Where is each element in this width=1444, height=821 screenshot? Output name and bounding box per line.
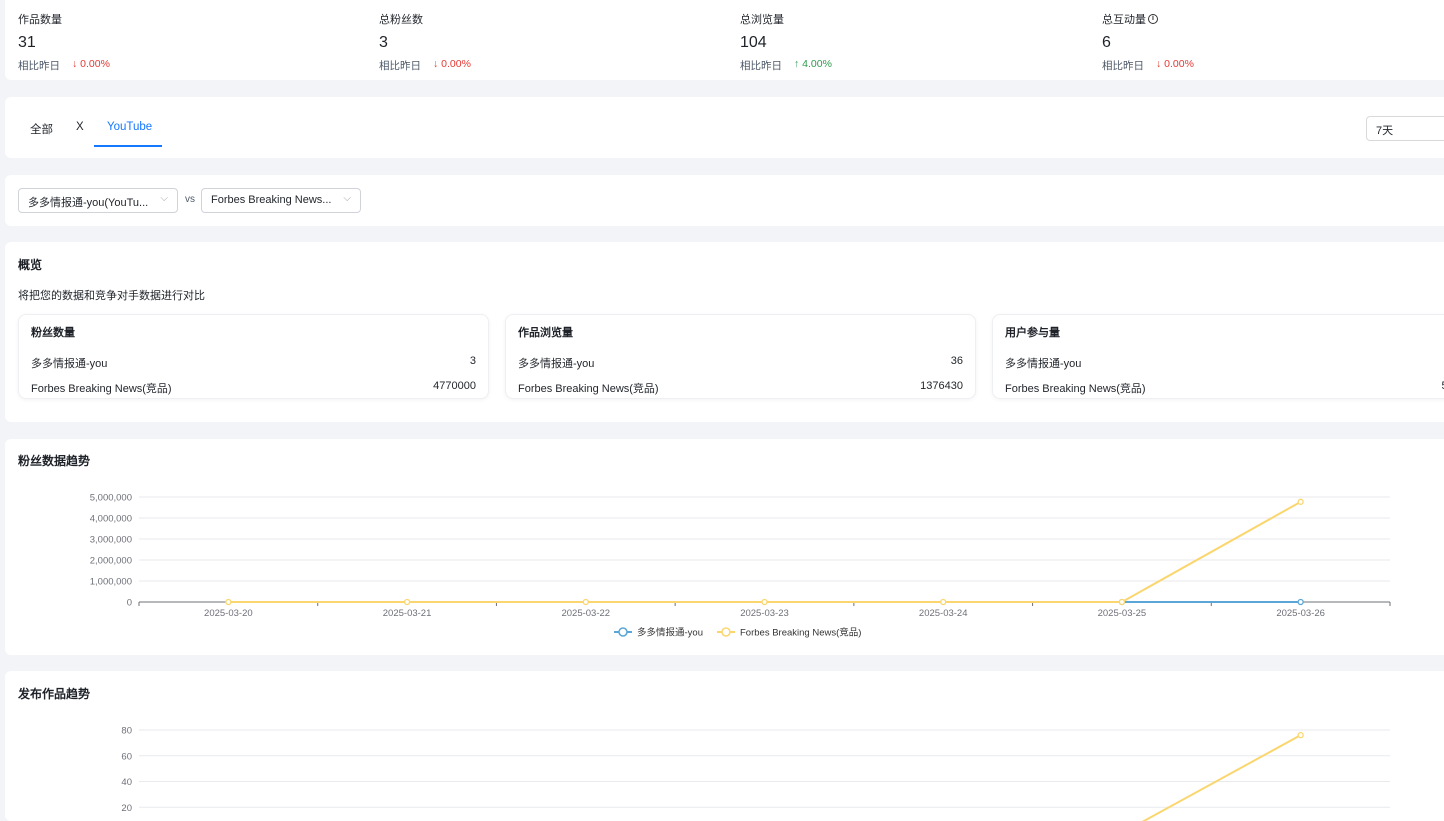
data-point xyxy=(1298,733,1303,738)
y-tick-label: 80 xyxy=(121,726,132,737)
x-tick-label: 2025-03-23 xyxy=(740,608,789,619)
change-value: ↑ 4.00% xyxy=(794,58,832,73)
stat-value: 104 xyxy=(740,34,1040,52)
metric-value: 36 xyxy=(951,355,963,371)
account-name: 多多情报通-you xyxy=(31,355,107,371)
y-tick-label: 5,000,000 xyxy=(90,493,132,504)
stat-label: 总互动量 xyxy=(1102,11,1146,27)
legend-marker xyxy=(619,628,627,636)
y-tick-label: 1,000,000 xyxy=(90,577,132,588)
stat-label: 总粉丝数 xyxy=(379,11,679,27)
compare-card: 多多情报通-you(YouTu... ⌵ vs Forbes Breaking … xyxy=(5,175,1444,226)
stat-value: 3 xyxy=(379,34,679,52)
x-tick-label: 2025-03-26 xyxy=(1276,608,1325,619)
tab-x[interactable]: X xyxy=(76,121,84,133)
chevron-down-icon: ⌵ xyxy=(160,193,168,204)
posts-trend-card: 发布作品趋势 20406080 xyxy=(5,671,1444,821)
stat-label: 总浏览量 xyxy=(740,11,1040,27)
data-point xyxy=(405,600,410,605)
series-line xyxy=(228,502,1300,602)
account-name: Forbes Breaking News(竞品) xyxy=(518,380,659,396)
legend-label: 多多情报通-you xyxy=(637,627,703,639)
competitor-select[interactable]: Forbes Breaking News... ⌵ xyxy=(201,188,361,213)
overview-subtitle: 将把您的数据和竞争对手数据进行对比 xyxy=(18,287,205,303)
y-tick-label: 4,000,000 xyxy=(90,514,132,525)
series-line xyxy=(228,735,1300,821)
x-tick-label: 2025-03-22 xyxy=(561,608,610,619)
metric-value: 4770000 xyxy=(433,380,476,396)
data-point xyxy=(583,600,588,605)
overview-title: 概览 xyxy=(18,256,42,273)
fans-trend-card: 粉丝数据趋势 01,000,0002,000,0003,000,0004,000… xyxy=(5,439,1444,655)
metric-title: 粉丝数量 xyxy=(31,324,75,340)
x-tick-label: 2025-03-20 xyxy=(204,608,253,619)
stat-views: 总浏览量 104 相比昨日 ↑ 4.00% xyxy=(740,11,1040,73)
account-name: 多多情报通-you xyxy=(1005,355,1081,371)
stat-fans: 总粉丝数 3 相比昨日 ↓ 0.00% xyxy=(379,11,679,73)
data-point xyxy=(226,600,231,605)
data-point xyxy=(1298,499,1303,504)
overview-card: 概览 将把您的数据和竞争对手数据进行对比 粉丝数量 多多情报通-you 3 For… xyxy=(5,242,1444,422)
info-icon[interactable]: i xyxy=(1148,14,1158,24)
platform-tabs-card: 全部 X YouTube 7天 xyxy=(5,97,1444,158)
metric-title: 用户参与量 xyxy=(1005,324,1060,340)
active-tab-indicator xyxy=(94,145,162,147)
compare-label: 相比昨日 xyxy=(1102,58,1144,73)
views-count-card: 作品浏览量 多多情报通-you 36 Forbes Breaking News(竞… xyxy=(505,314,976,399)
account-name: Forbes Breaking News(竞品) xyxy=(1005,380,1146,396)
stat-value: 6 xyxy=(1102,34,1402,52)
posts-trend-chart[interactable]: 20 40 60 80 xyxy=(5,671,1444,821)
data-point xyxy=(1119,600,1124,605)
change-value: ↓ 0.00% xyxy=(1156,58,1194,73)
y-tick-label: 3,000,000 xyxy=(90,535,132,546)
y-tick-label: 60 xyxy=(121,751,132,762)
compare-label: 相比昨日 xyxy=(18,58,60,73)
engagement-count-card: 用户参与量 多多情报通-you Forbes Breaking News(竞品)… xyxy=(992,314,1444,399)
change-value: ↓ 0.00% xyxy=(72,58,110,73)
own-account-select[interactable]: 多多情报通-you(YouTu... ⌵ xyxy=(18,188,178,213)
date-range-select[interactable]: 7天 xyxy=(1366,116,1444,141)
stat-label: 作品数量 xyxy=(18,11,318,27)
stat-value: 31 xyxy=(18,34,318,52)
fans-count-card: 粉丝数量 多多情报通-you 3 Forbes Breaking News(竞品)… xyxy=(18,314,489,399)
stats-card: 作品数量 31 相比昨日 ↓ 0.00% 总粉丝数 3 相比昨日 ↓ 0.00% 总… xyxy=(5,0,1444,80)
metric-row: 多多情报通-you 36 xyxy=(518,355,963,371)
legend-marker xyxy=(722,628,730,636)
legend-label: Forbes Breaking News(竞品) xyxy=(740,627,861,639)
y-tick-label: 20 xyxy=(121,803,132,814)
tab-youtube[interactable]: YouTube xyxy=(107,121,152,133)
compare-label: 相比昨日 xyxy=(379,58,421,73)
account-name: Forbes Breaking News(竞品) xyxy=(31,380,172,396)
metric-row: Forbes Breaking News(竞品) 1376430 xyxy=(518,380,963,396)
metric-value: 3 xyxy=(470,355,476,371)
change-value: ↓ 0.00% xyxy=(433,58,471,73)
date-range-value: 7天 xyxy=(1376,125,1393,137)
data-point xyxy=(941,600,946,605)
metric-title: 作品浏览量 xyxy=(518,324,573,340)
data-point xyxy=(762,600,767,605)
own-account-value: 多多情报通-you(YouTu... xyxy=(28,197,148,209)
x-tick-label: 2025-03-25 xyxy=(1098,608,1147,619)
fans-trend-chart[interactable]: 0 1,000,000 2,000,000 3,000,000 4,000,000 5,0… xyxy=(5,439,1444,655)
chevron-down-icon: ⌵ xyxy=(343,193,351,204)
metric-row: 多多情报通-you xyxy=(1005,355,1444,371)
compare-label: 相比昨日 xyxy=(740,58,782,73)
y-tick-label: 0 xyxy=(127,598,132,609)
competitor-value: Forbes Breaking News... xyxy=(211,194,331,206)
y-tick-label: 40 xyxy=(121,777,132,788)
metric-value: 1376430 xyxy=(920,380,963,396)
stat-interactions: 总互动量i 6 相比昨日 ↓ 0.00% xyxy=(1102,11,1402,73)
y-tick-label: 2,000,000 xyxy=(90,556,132,567)
account-name: 多多情报通-you xyxy=(518,355,594,371)
tab-all[interactable]: 全部 xyxy=(30,121,53,137)
metric-row: 多多情报通-you 3 xyxy=(31,355,476,371)
data-point xyxy=(1298,599,1303,604)
x-tick-label: 2025-03-24 xyxy=(919,608,968,619)
metric-row: Forbes Breaking News(竞品) 4770000 xyxy=(31,380,476,396)
vs-label: vs xyxy=(185,194,195,205)
x-tick-label: 2025-03-21 xyxy=(383,608,432,619)
stat-works: 作品数量 31 相比昨日 ↓ 0.00% xyxy=(18,11,318,73)
metric-row: Forbes Breaking News(竞品)5260 xyxy=(1005,380,1444,396)
